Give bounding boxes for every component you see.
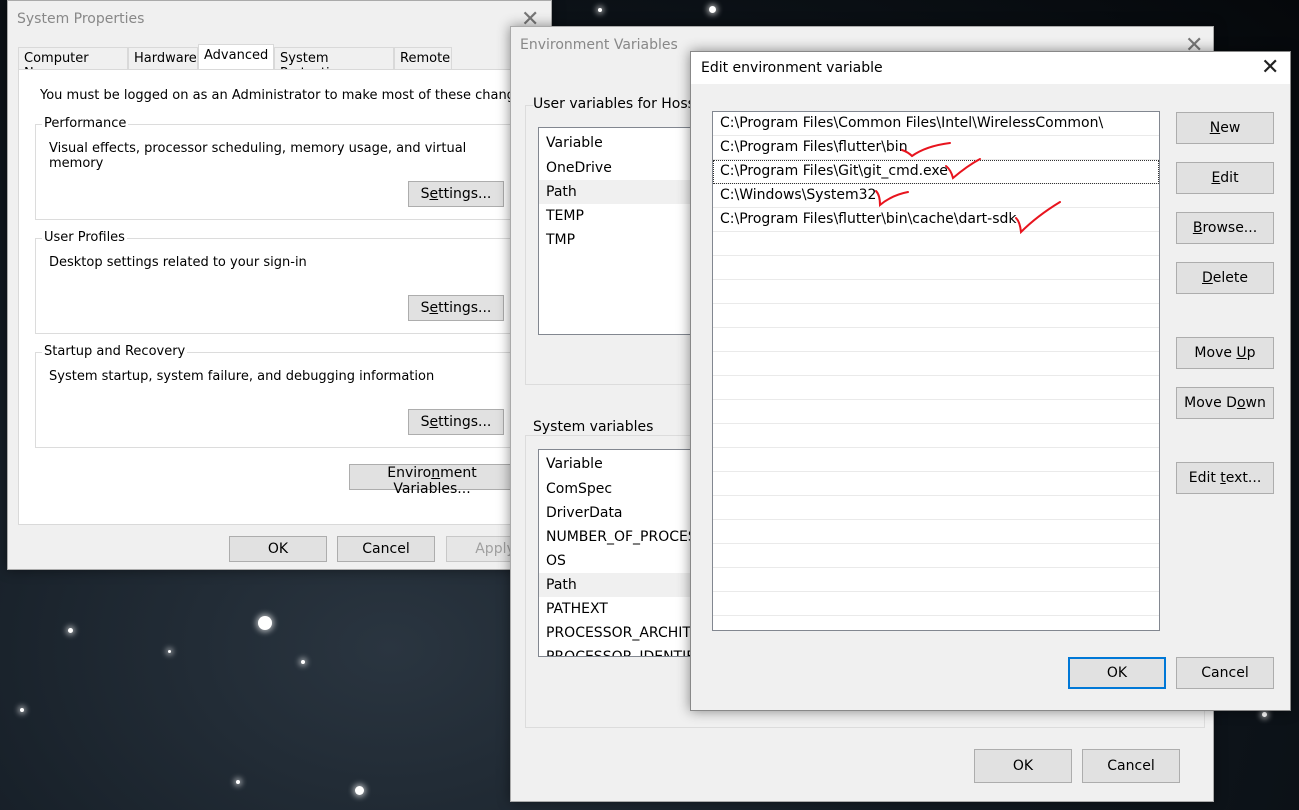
edit-text-button[interactable]: Edit text... bbox=[1176, 462, 1274, 494]
envvars-cancel-button[interactable]: Cancel bbox=[1082, 749, 1180, 783]
system-properties-window: System Properties ✕ Computer Name Hardwa… bbox=[7, 0, 552, 570]
performance-group: Performance Visual effects, processor sc… bbox=[35, 116, 513, 220]
user-profiles-group: User Profiles Desktop settings related t… bbox=[35, 230, 513, 334]
new-button[interactable]: New bbox=[1176, 112, 1274, 144]
environment-variables-button[interactable]: Environment Variables... bbox=[349, 464, 515, 497]
empty-row[interactable] bbox=[713, 472, 1159, 496]
bokeh-light bbox=[301, 660, 305, 664]
system-variables-label: System variables bbox=[533, 419, 658, 435]
tab-computer-name[interactable]: Computer Name bbox=[18, 47, 128, 81]
edit-env-ok-button[interactable]: OK bbox=[1068, 657, 1166, 689]
envvars-ok-button[interactable]: OK bbox=[974, 749, 1072, 783]
performance-label: Performance bbox=[42, 116, 129, 131]
startup-recovery-label: Startup and Recovery bbox=[42, 344, 188, 359]
bokeh-light bbox=[68, 628, 73, 633]
user-variables-label: User variables for Hosse bbox=[533, 96, 708, 112]
empty-row[interactable] bbox=[713, 544, 1159, 568]
empty-row[interactable] bbox=[713, 304, 1159, 328]
empty-row[interactable] bbox=[713, 256, 1159, 280]
bokeh-light bbox=[20, 708, 24, 712]
empty-row[interactable] bbox=[713, 352, 1159, 376]
dialog-title: Edit environment variable bbox=[701, 60, 883, 76]
startup-recovery-settings-button[interactable]: Settings... bbox=[408, 409, 504, 435]
close-icon[interactable]: ✕ bbox=[1261, 57, 1279, 79]
performance-settings-button[interactable]: Settings... bbox=[408, 181, 504, 207]
bokeh-light bbox=[355, 786, 364, 795]
edit-environment-variable-dialog: Edit environment variable ✕ C:\Program F… bbox=[690, 51, 1291, 711]
bokeh-light bbox=[1262, 712, 1267, 717]
empty-row[interactable] bbox=[713, 328, 1159, 352]
path-entry[interactable]: C:\Program Files\flutter\bin\cache\dart-… bbox=[713, 208, 1159, 232]
user-profiles-settings-button[interactable]: Settings... bbox=[408, 295, 504, 321]
empty-row[interactable] bbox=[713, 232, 1159, 256]
edit-button[interactable]: Edit bbox=[1176, 162, 1274, 194]
empty-row[interactable] bbox=[713, 424, 1159, 448]
bokeh-light bbox=[598, 8, 602, 12]
system-properties-titlebar[interactable]: System Properties ✕ bbox=[8, 1, 551, 35]
path-entries-list[interactable]: C:\Program Files\Common Files\Intel\Wire… bbox=[712, 111, 1160, 631]
edit-env-titlebar[interactable]: Edit environment variable ✕ bbox=[691, 52, 1290, 84]
empty-row[interactable] bbox=[713, 400, 1159, 424]
move-up-button[interactable]: Move Up bbox=[1176, 337, 1274, 369]
empty-row[interactable] bbox=[713, 496, 1159, 520]
user-profiles-description: Desktop settings related to your sign-in bbox=[49, 255, 307, 270]
startup-recovery-description: System startup, system failure, and debu… bbox=[49, 369, 435, 384]
window-title: Environment Variables bbox=[520, 37, 678, 53]
path-entry[interactable]: C:\Program Files\Common Files\Intel\Wire… bbox=[713, 112, 1159, 136]
delete-button[interactable]: Delete bbox=[1176, 262, 1274, 294]
tab-hardware[interactable]: Hardware bbox=[128, 47, 198, 69]
checkmark-annotation-icon bbox=[1015, 201, 1061, 234]
checkmark-annotation-icon bbox=[945, 158, 981, 180]
path-entry[interactable]: C:\Windows\System32 bbox=[713, 184, 1159, 208]
empty-row[interactable] bbox=[713, 520, 1159, 544]
tab-remote[interactable]: Remote bbox=[394, 47, 452, 69]
path-entry-focused[interactable]: C:\Program Files\Git\git_cmd.exe bbox=[713, 160, 1159, 184]
empty-row[interactable] bbox=[713, 568, 1159, 592]
empty-row[interactable] bbox=[713, 448, 1159, 472]
browse-button[interactable]: Browse... bbox=[1176, 212, 1274, 244]
bokeh-light bbox=[709, 6, 716, 13]
performance-description: Visual effects, processor scheduling, me… bbox=[49, 141, 467, 171]
window-title: System Properties bbox=[17, 11, 145, 27]
startup-recovery-group: Startup and Recovery System startup, sys… bbox=[35, 344, 513, 448]
empty-row[interactable] bbox=[713, 280, 1159, 304]
admin-note: You must be logged on as an Administrato… bbox=[40, 88, 534, 103]
sysprops-ok-button[interactable]: OK bbox=[229, 536, 327, 562]
advanced-tab-panel: You must be logged on as an Administrato… bbox=[18, 69, 538, 525]
move-down-button[interactable]: Move Down bbox=[1176, 387, 1274, 419]
edit-env-cancel-button[interactable]: Cancel bbox=[1176, 657, 1274, 689]
empty-row[interactable] bbox=[713, 592, 1159, 616]
tab-advanced[interactable]: Advanced bbox=[198, 44, 274, 70]
tab-system-protection[interactable]: System Protection bbox=[274, 47, 394, 81]
empty-row[interactable] bbox=[713, 376, 1159, 400]
bokeh-light bbox=[258, 616, 272, 630]
user-profiles-label: User Profiles bbox=[42, 230, 127, 245]
sysprops-cancel-button[interactable]: Cancel bbox=[337, 536, 435, 562]
checkmark-annotation-icon bbox=[875, 190, 909, 208]
bokeh-light bbox=[236, 780, 240, 784]
bokeh-light bbox=[168, 650, 171, 653]
